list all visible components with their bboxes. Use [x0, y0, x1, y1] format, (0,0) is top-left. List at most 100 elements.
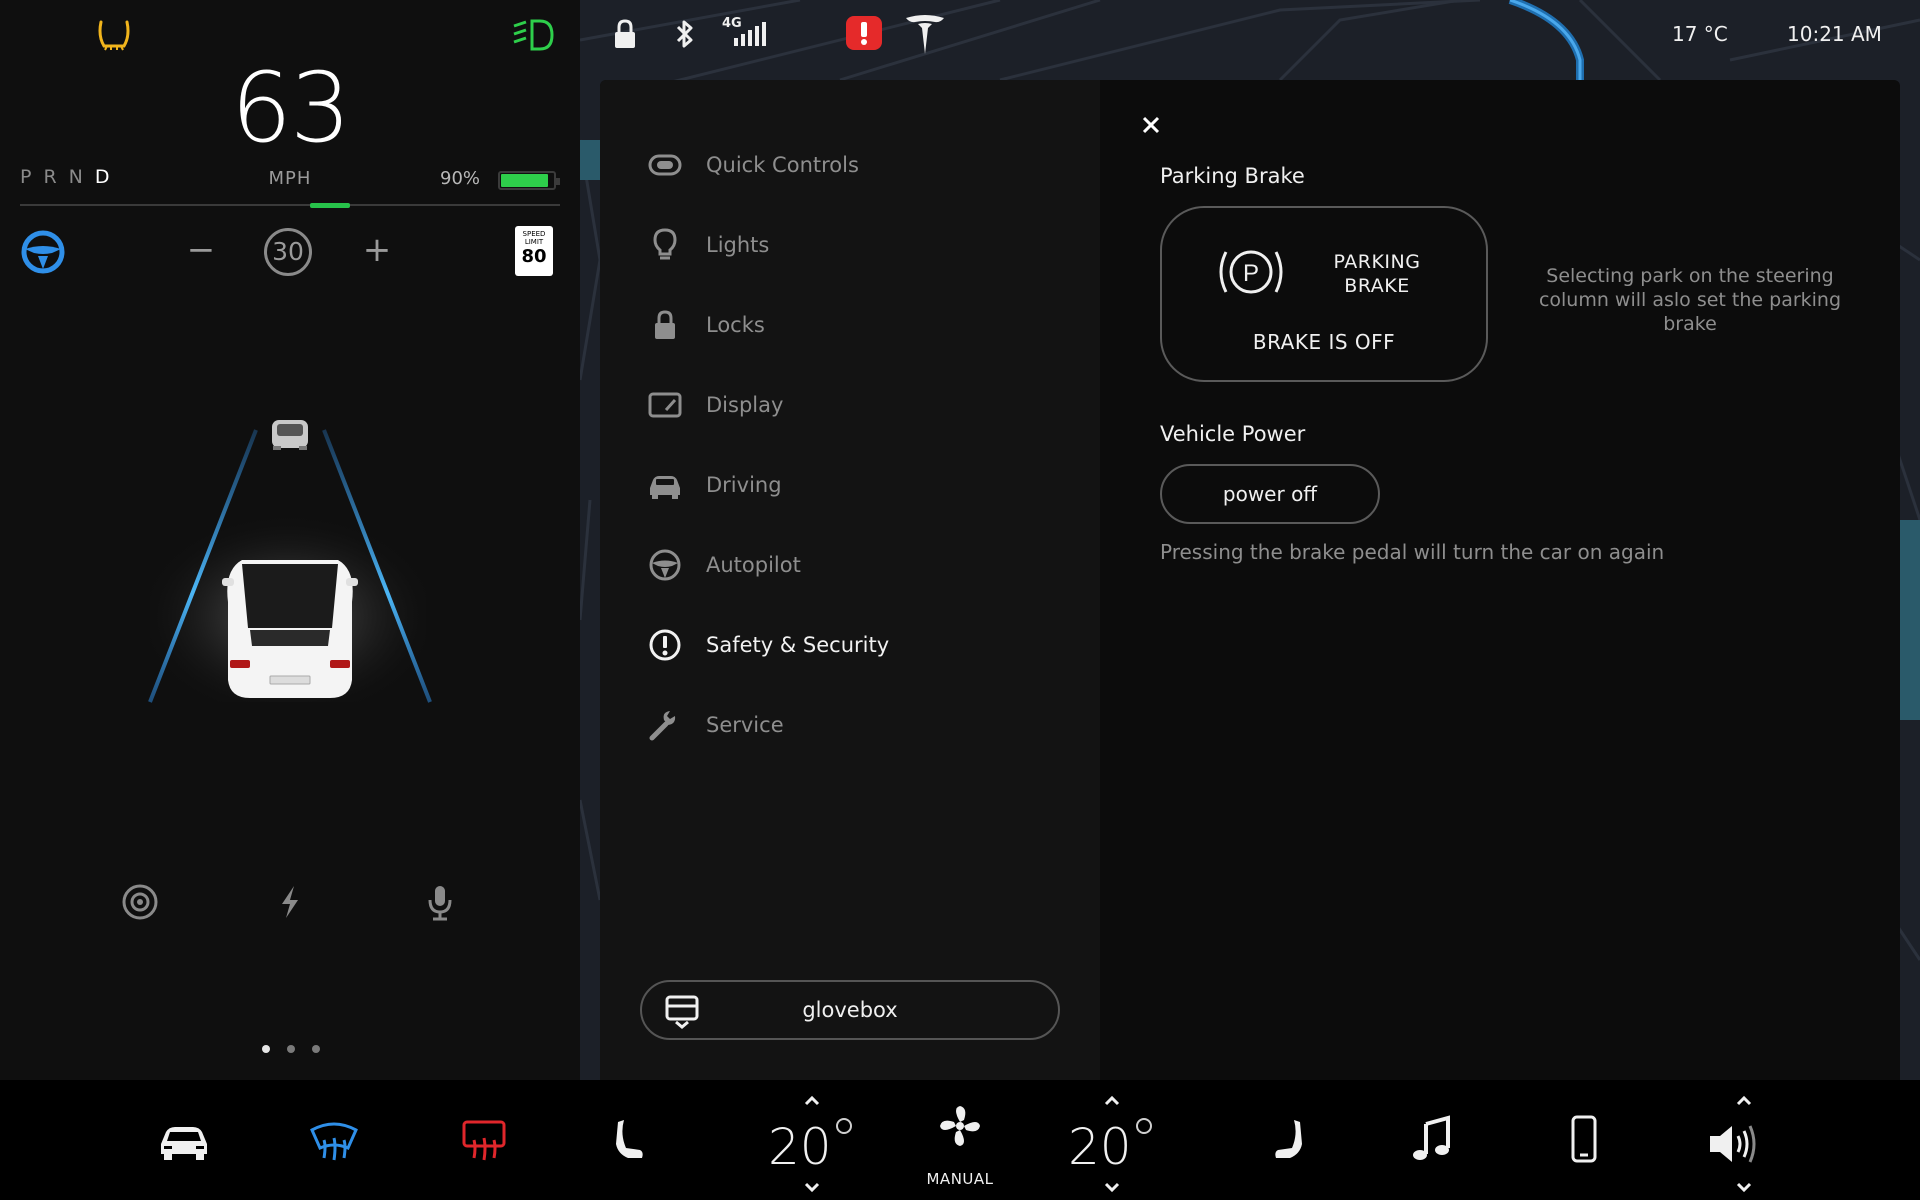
page-dot[interactable]	[287, 1045, 295, 1053]
gear-d: D	[94, 166, 111, 188]
speed-limit-value: 80	[521, 246, 547, 267]
tire-pressure-warning-icon	[98, 20, 130, 51]
nav-label: Safety & Security	[706, 633, 890, 657]
alert-icon[interactable]	[846, 16, 882, 50]
wrench-icon	[649, 711, 676, 741]
bulb-icon	[653, 228, 677, 260]
gear-n: N	[68, 166, 84, 188]
driver-panel: 63 P R N D MPH 90% − 30 + SPEED LIMIT 80	[0, 0, 580, 1080]
parking-brake-status: BRAKE IS OFF	[1252, 330, 1396, 354]
nav-label: Service	[706, 713, 784, 737]
cruise-decrease-button[interactable]: −	[186, 228, 216, 272]
rear-defrost-icon[interactable]	[456, 1114, 512, 1166]
speed-limit-caption: SPEED LIMIT	[522, 230, 546, 246]
speed-limit-sign: SPEED LIMIT 80	[515, 226, 553, 276]
lock-icon	[655, 310, 675, 339]
vehicle-power-title: Vehicle Power	[1160, 422, 1306, 446]
nav-label: Driving	[706, 473, 782, 497]
battery-nub	[556, 178, 560, 185]
parking-brake-note: Selecting park on the steering column wi…	[1538, 265, 1842, 335]
passenger-seat-heater-icon[interactable]	[1258, 1114, 1314, 1166]
degree-symbol	[1136, 1118, 1152, 1134]
nav-label: Display	[706, 393, 784, 417]
glovebox-icon	[665, 995, 699, 1029]
driver-seat-heater-icon[interactable]	[604, 1114, 660, 1166]
driver-temp[interactable]: 20	[768, 1118, 832, 1176]
passenger-temp[interactable]: 20	[1068, 1118, 1132, 1176]
nav-label: Autopilot	[706, 553, 801, 577]
cruise-set-speed[interactable]: 30	[264, 228, 312, 276]
nav-item-quick-controls[interactable]: Quick Controls	[648, 137, 1068, 193]
nav-item-locks[interactable]: Locks	[648, 297, 1068, 353]
chevron-up-icon[interactable]	[802, 1094, 822, 1108]
fan-icon	[940, 1106, 980, 1146]
nav-item-display[interactable]: Display	[648, 377, 1068, 433]
power-note: Pressing the brake pedal will turn the c…	[1160, 540, 1665, 564]
nav-label: Locks	[706, 313, 765, 337]
battery-indicator	[498, 171, 560, 190]
page-dot[interactable]	[262, 1045, 270, 1053]
settings-content: Parking Brake P PARKING BRAKE BRAKE IS O…	[1100, 80, 1900, 1080]
volume-control	[1706, 1094, 1806, 1194]
clock: 10:21 AM	[1787, 22, 1882, 46]
fan-control[interactable]: MANUAL	[918, 1098, 1002, 1188]
gear-r: R	[43, 166, 58, 188]
glovebox-button[interactable]: glovebox	[640, 980, 1060, 1040]
camera-icon[interactable]	[120, 882, 160, 922]
settings-panel: Quick Controls Lights Locks Display Driv…	[600, 80, 1900, 1080]
passenger-climate: 20	[1068, 1094, 1168, 1194]
phone-icon[interactable]	[1556, 1114, 1612, 1166]
lock-icon[interactable]	[612, 18, 638, 50]
front-defrost-icon[interactable]	[306, 1114, 362, 1166]
tesla-logo[interactable]	[904, 14, 946, 56]
bottom-bar: 20 MANUAL 20	[0, 1080, 1920, 1200]
headlights-icon	[513, 19, 554, 51]
nav-item-safety-security[interactable]: Safety & Security	[648, 617, 1068, 673]
close-icon	[1142, 116, 1160, 134]
parking-brake-icon: P	[1219, 250, 1283, 294]
page-dot[interactable]	[312, 1045, 320, 1053]
fan-mode-label: MANUAL	[926, 1170, 994, 1188]
speed-divider	[20, 203, 560, 208]
car-icon	[650, 476, 680, 499]
signal-icon[interactable]	[732, 22, 766, 48]
car-icon[interactable]	[156, 1114, 212, 1166]
driver-climate: 20	[768, 1094, 868, 1194]
chevron-down-icon[interactable]	[802, 1180, 822, 1194]
nav-item-driving[interactable]: Driving	[648, 457, 1068, 513]
parking-brake-label: PARKING BRAKE	[1333, 251, 1421, 297]
toggle-icon	[648, 154, 682, 176]
lead-vehicle	[272, 420, 308, 450]
steering-wheel-icon	[649, 549, 681, 581]
nav-item-service[interactable]: Service	[648, 697, 1068, 753]
exclamation-icon	[649, 629, 681, 661]
battery-percent: 90%	[440, 168, 481, 189]
music-icon[interactable]	[1406, 1114, 1462, 1166]
speed-unit: MPH	[268, 168, 312, 189]
chevron-down-icon[interactable]	[1734, 1180, 1754, 1194]
display-icon	[648, 392, 682, 418]
volume-icon[interactable]	[1706, 1118, 1762, 1170]
nav-item-lights[interactable]: Lights	[648, 217, 1068, 273]
gear-p: P	[20, 166, 33, 188]
glovebox-label: glovebox	[802, 998, 898, 1022]
parking-brake-button[interactable]: P PARKING BRAKE BRAKE IS OFF	[1160, 206, 1488, 382]
microphone-icon[interactable]	[420, 882, 460, 922]
autopilot-visualization	[148, 420, 432, 703]
outside-temperature: 17 °C	[1672, 22, 1728, 46]
nav-label: Lights	[706, 233, 770, 257]
charging-icon[interactable]	[270, 882, 310, 922]
chevron-up-icon[interactable]	[1102, 1094, 1122, 1108]
cruise-increase-button[interactable]: +	[362, 228, 392, 272]
bluetooth-icon[interactable]	[674, 18, 696, 50]
chevron-up-icon[interactable]	[1734, 1094, 1754, 1108]
close-button[interactable]	[1136, 110, 1166, 140]
settings-nav: Quick Controls Lights Locks Display Driv…	[600, 80, 1100, 1080]
autopilot-wheel-icon[interactable]	[20, 229, 66, 275]
speedometer-value: 63	[230, 52, 351, 164]
nav-label: Quick Controls	[706, 153, 859, 177]
power-off-button[interactable]: power off	[1160, 464, 1380, 524]
chevron-down-icon[interactable]	[1102, 1180, 1122, 1194]
page-indicator[interactable]	[262, 1045, 320, 1053]
nav-item-autopilot[interactable]: Autopilot	[648, 537, 1068, 593]
